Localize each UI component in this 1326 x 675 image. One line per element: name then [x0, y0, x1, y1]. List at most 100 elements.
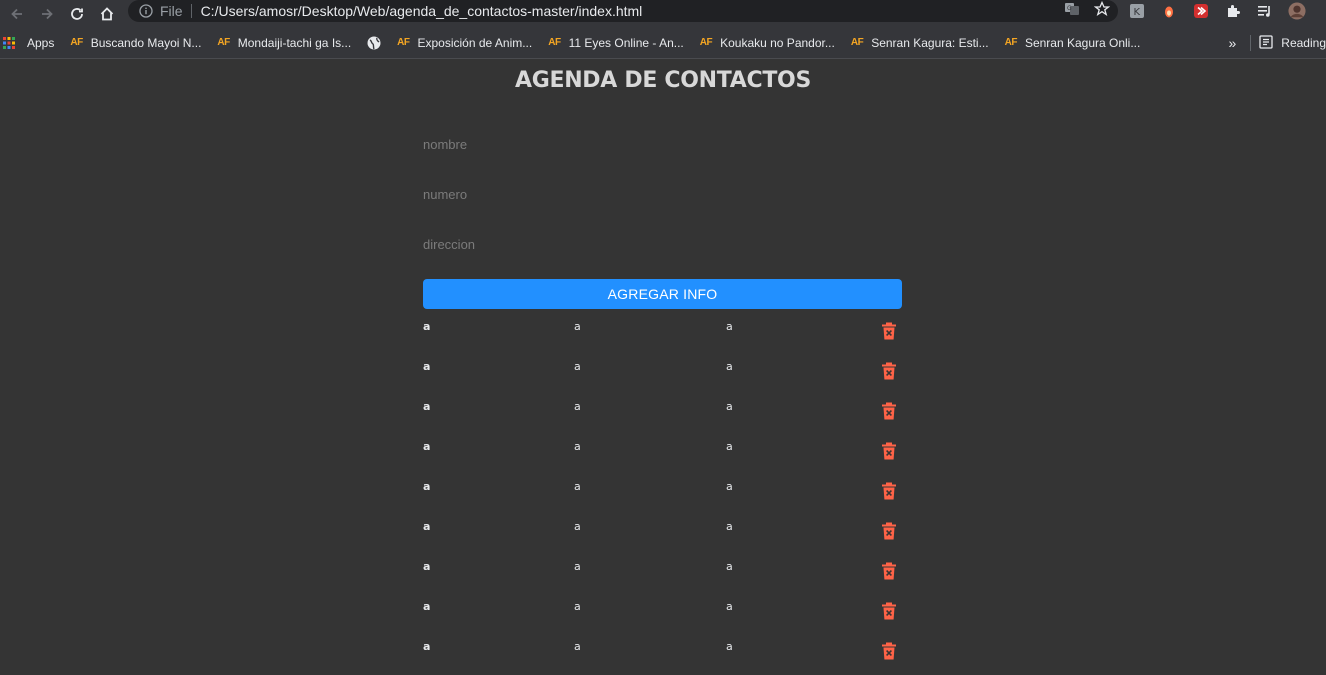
- contact-nombre: a: [423, 560, 431, 573]
- contact-numero: a: [574, 640, 581, 653]
- bookmark-item[interactable]: [359, 29, 389, 57]
- bookmarks-overflow-button[interactable]: »: [1229, 35, 1237, 51]
- bookmark-label: 11 Eyes Online - An...: [568, 35, 684, 50]
- contact-numero: a: [574, 400, 581, 413]
- contact-nombre: a: [423, 360, 431, 373]
- address-bar[interactable]: File C:/Users/amosr/Desktop/Web/agenda_d…: [128, 0, 1118, 22]
- trash-icon[interactable]: [881, 602, 897, 620]
- contact-direccion: a: [726, 320, 733, 333]
- contact-numero: a: [574, 440, 581, 453]
- contact-direccion: a: [726, 440, 733, 453]
- trash-icon[interactable]: [881, 482, 897, 500]
- contact-numero: a: [574, 320, 581, 333]
- svg-text:G: G: [1067, 5, 1072, 12]
- home-button[interactable]: [94, 3, 120, 25]
- extension-red-icon[interactable]: [1192, 2, 1210, 20]
- contact-direccion: a: [726, 640, 733, 653]
- contact-row: aaa: [423, 520, 902, 560]
- trash-icon[interactable]: [881, 522, 897, 540]
- contact-direccion: a: [726, 360, 733, 373]
- bookmark-item[interactable]: AF Senran Kagura: Esti...: [843, 29, 997, 57]
- profile-avatar[interactable]: [1288, 2, 1306, 20]
- contact-direccion: a: [726, 400, 733, 413]
- trash-icon[interactable]: [881, 642, 897, 660]
- af-icon: AF: [1004, 37, 1018, 48]
- back-button[interactable]: [4, 3, 30, 25]
- bookmark-item[interactable]: AF Senran Kagura Onli...: [997, 29, 1149, 57]
- af-icon: AF: [217, 37, 230, 48]
- contact-list: a a a a a a a a a a a a a a a a a a a a a a a a a a a: [423, 320, 902, 675]
- contact-direccion: a: [726, 520, 733, 533]
- reading-list-icon[interactable]: [1259, 34, 1273, 52]
- arrow-right-icon: [42, 8, 53, 19]
- bookmark-label: Senran Kagura: Esti...: [871, 35, 989, 50]
- bookmark-item[interactable]: AF Buscando Mayoi N...: [62, 29, 209, 57]
- af-icon: AF: [70, 37, 83, 48]
- url-text[interactable]: C:/Users/amosr/Desktop/Web/agenda_de_con…: [201, 3, 643, 19]
- bookmark-label: Buscando Mayoi N...: [90, 35, 202, 50]
- numero-input[interactable]: [423, 180, 902, 208]
- contact-nombre: a: [423, 600, 431, 613]
- reading-list-label[interactable]: Reading: [1281, 36, 1326, 50]
- svg-text:K: K: [1134, 7, 1141, 18]
- extension-drop-icon[interactable]: [1160, 2, 1178, 20]
- arrow-left-icon: [11, 8, 22, 19]
- globe-icon: [367, 36, 381, 49]
- agregar-info-button[interactable]: AGREGAR INFO: [423, 279, 902, 309]
- contact-nombre: a: [423, 320, 431, 333]
- contact-row: aaa: [423, 560, 902, 600]
- bookmark-item[interactable]: AF 11 Eyes Online - An...: [540, 29, 692, 57]
- contact-nombre: a: [423, 640, 431, 653]
- bookmark-label: Exposición de Anim...: [417, 35, 533, 50]
- forward-button[interactable]: [34, 3, 60, 25]
- nombre-input[interactable]: [423, 130, 902, 158]
- contact-row: aaa: [423, 360, 902, 400]
- contact-nombre: a: [423, 400, 431, 413]
- extension-k-icon[interactable]: K: [1128, 2, 1146, 20]
- bookmark-label: Senran Kagura Onli...: [1024, 35, 1141, 50]
- trash-icon[interactable]: [881, 402, 897, 420]
- contact-row: aaa: [423, 480, 902, 520]
- bookmark-label: Apps: [27, 35, 55, 50]
- contact-row: aaa: [423, 640, 902, 675]
- contact-direccion: a: [726, 600, 733, 613]
- reload-icon: [71, 7, 83, 20]
- contact-numero: a: [574, 520, 581, 533]
- contact-row: aaa: [423, 320, 902, 360]
- bookmark-item[interactable]: AF Koukaku no Pandor...: [692, 29, 843, 57]
- trash-icon[interactable]: [881, 562, 897, 580]
- home-icon: [100, 6, 114, 20]
- af-icon: AF: [850, 37, 864, 48]
- bookmark-star-icon[interactable]: [1093, 0, 1111, 22]
- info-icon[interactable]: [138, 3, 154, 19]
- direccion-input[interactable]: [423, 230, 902, 258]
- contact-numero: a: [574, 600, 581, 613]
- page-content: AGENDA DE CONTACTOS AGREGAR INFO aaaaaaa…: [0, 60, 1326, 675]
- contact-row: aaa: [423, 440, 902, 480]
- trash-icon[interactable]: [881, 322, 897, 340]
- bookmarks-divider: [1250, 35, 1252, 51]
- media-control-icon[interactable]: [1256, 2, 1274, 20]
- af-icon: AF: [699, 37, 713, 48]
- apps-grid-icon: [3, 36, 15, 49]
- bookmark-apps[interactable]: Apps: [0, 29, 62, 57]
- puzzle-icon[interactable]: [1224, 2, 1242, 20]
- contact-direccion: a: [726, 480, 733, 493]
- bookmark-item[interactable]: AF Mondaiji-tachi ga Is...: [209, 29, 359, 57]
- trash-icon[interactable]: [881, 362, 897, 380]
- contact-nombre: a: [423, 480, 431, 493]
- contact-nombre: a: [423, 440, 431, 453]
- contact-numero: a: [574, 560, 581, 573]
- bookmark-label: Mondaiji-tachi ga Is...: [237, 35, 352, 50]
- contact-nombre: a: [423, 520, 431, 533]
- contact-row: aaa: [423, 600, 902, 640]
- contact-direccion: a: [726, 560, 733, 573]
- bookmark-item[interactable]: AF Exposición de Anim...: [389, 29, 540, 57]
- trash-icon[interactable]: [881, 442, 897, 460]
- translate-icon[interactable]: G: [1064, 1, 1080, 22]
- reload-button[interactable]: [64, 3, 90, 25]
- contact-numero: a: [574, 480, 581, 493]
- af-icon: AF: [548, 37, 561, 48]
- bookmarks-bar: Apps AF Buscando Mayoi N... AF Mondaiji-…: [0, 27, 1326, 59]
- url-divider: [190, 4, 192, 18]
